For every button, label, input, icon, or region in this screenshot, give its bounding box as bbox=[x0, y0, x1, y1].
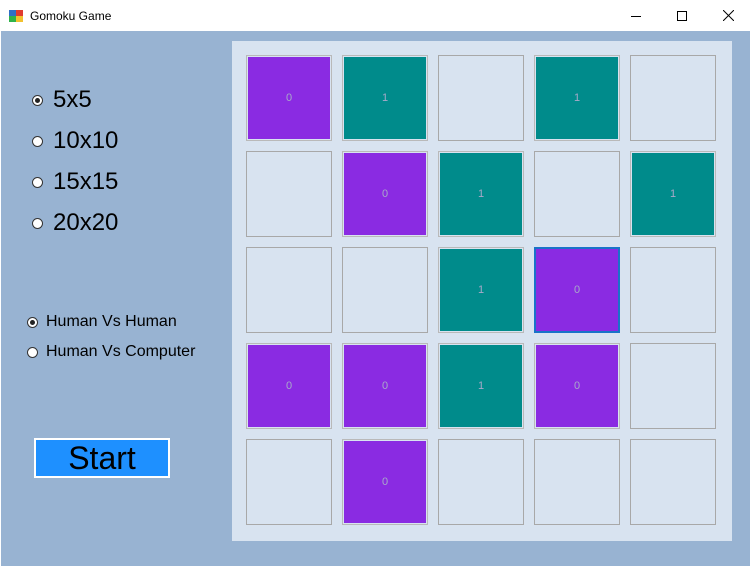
title-bar: Gomoku Game bbox=[0, 0, 751, 31]
game-board: 0110111000100 bbox=[232, 41, 732, 541]
mode-option-human-vs-computer[interactable]: Human Vs Computer bbox=[27, 343, 195, 361]
mode-option-human-vs-human[interactable]: Human Vs Human bbox=[27, 313, 177, 331]
size-label: 15x15 bbox=[53, 168, 119, 195]
board-cell[interactable]: 0 bbox=[342, 439, 428, 525]
board-cell[interactable]: 1 bbox=[630, 151, 716, 237]
board-cell[interactable] bbox=[438, 55, 524, 141]
size-option-20x20[interactable]: 20x20 bbox=[32, 209, 118, 237]
board-cell[interactable] bbox=[630, 343, 716, 429]
app-window: Gomoku Game 5x5 10x10 15x15 20x20 Human … bbox=[0, 0, 751, 567]
board-cell[interactable]: 0 bbox=[534, 247, 620, 333]
size-label: 10x10 bbox=[53, 127, 119, 154]
board-cell[interactable] bbox=[534, 439, 620, 525]
board-cell[interactable]: 1 bbox=[438, 247, 524, 333]
board-cell[interactable]: 1 bbox=[534, 55, 620, 141]
board-cell[interactable] bbox=[246, 439, 332, 525]
size-radio[interactable] bbox=[32, 176, 43, 188]
size-radio[interactable] bbox=[32, 217, 43, 229]
board-cell[interactable]: 0 bbox=[246, 55, 332, 141]
board-cell[interactable]: 1 bbox=[438, 343, 524, 429]
size-option-5x5[interactable]: 5x5 bbox=[32, 86, 92, 114]
close-button[interactable] bbox=[705, 0, 751, 31]
mode-label: Human Vs Human bbox=[46, 313, 177, 330]
minimize-icon bbox=[631, 11, 641, 21]
board-cell[interactable] bbox=[630, 247, 716, 333]
size-radio[interactable] bbox=[32, 94, 43, 106]
board-cell[interactable] bbox=[438, 439, 524, 525]
close-icon bbox=[722, 10, 734, 21]
board-cell[interactable] bbox=[246, 151, 332, 237]
start-button[interactable]: Start bbox=[34, 438, 170, 478]
maximize-icon bbox=[677, 10, 687, 21]
size-option-10x10[interactable]: 10x10 bbox=[32, 127, 118, 155]
board-cell[interactable] bbox=[246, 247, 332, 333]
board-cell[interactable]: 1 bbox=[438, 151, 524, 237]
size-option-15x15[interactable]: 15x15 bbox=[32, 168, 118, 196]
board-cell[interactable] bbox=[534, 151, 620, 237]
board-cell[interactable]: 0 bbox=[534, 343, 620, 429]
mode-radio[interactable] bbox=[27, 346, 38, 358]
board-cell[interactable] bbox=[630, 439, 716, 525]
board-cell[interactable] bbox=[342, 247, 428, 333]
minimize-button[interactable] bbox=[613, 0, 659, 31]
size-label: 5x5 bbox=[53, 86, 92, 113]
board-cell[interactable] bbox=[630, 55, 716, 141]
maximize-button[interactable] bbox=[659, 0, 705, 31]
board-cell[interactable]: 1 bbox=[342, 55, 428, 141]
board-cell[interactable]: 0 bbox=[342, 151, 428, 237]
gomoku-app-icon bbox=[9, 9, 23, 22]
size-radio[interactable] bbox=[32, 135, 43, 147]
mode-radio[interactable] bbox=[27, 316, 38, 328]
board-cell[interactable]: 0 bbox=[246, 343, 332, 429]
mode-label: Human Vs Computer bbox=[46, 343, 196, 360]
board-cell[interactable]: 0 bbox=[342, 343, 428, 429]
window-title: Gomoku Game bbox=[30, 9, 112, 23]
size-label: 20x20 bbox=[53, 209, 119, 236]
